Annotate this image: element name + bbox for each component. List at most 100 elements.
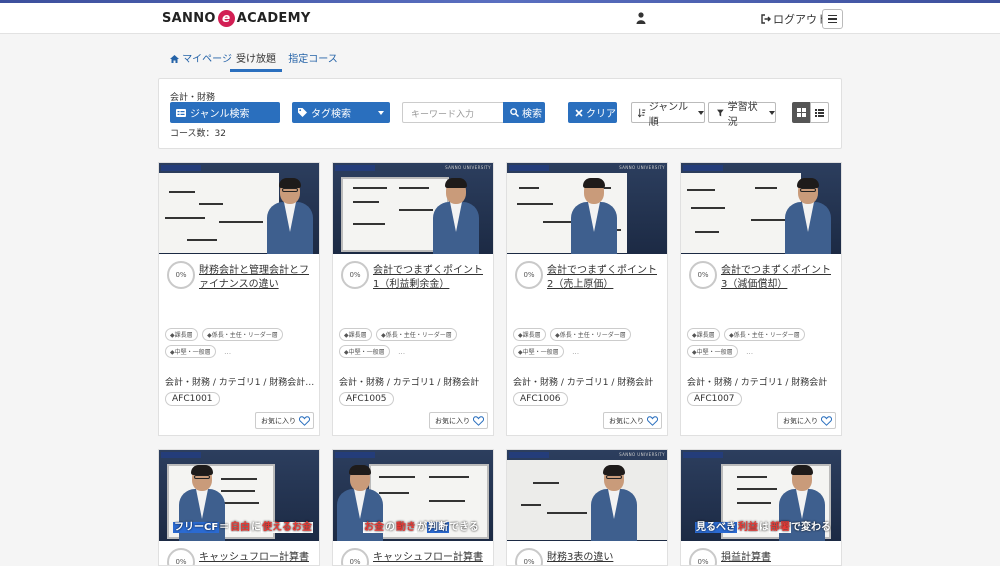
presenter-figure — [785, 176, 831, 254]
course-card[interactable]: フリーCF＝自由に使えるお金 0% キャッシュフロー計算書 — [158, 449, 320, 566]
thumbnail-label — [683, 452, 723, 458]
favorite-button[interactable]: お気に入り — [429, 412, 488, 429]
caption-part: できる — [449, 522, 479, 533]
clear-button[interactable]: クリア — [568, 102, 617, 123]
chevron-down-icon — [378, 111, 384, 115]
genre-search-button[interactable]: ジャンル検索 — [170, 102, 280, 123]
favorite-label: お気に入り — [261, 416, 296, 425]
presenter-figure — [571, 176, 617, 254]
progress-circle: 0% — [515, 261, 543, 289]
tag-chip: ◆係長・主任・リーダー層 — [376, 328, 457, 341]
sanno-academy-logo[interactable]: SANNO e ACADEMY — [162, 10, 311, 27]
hamburger-line — [828, 21, 837, 24]
course-code-badge: AFC1006 — [513, 392, 568, 406]
tab-mypage[interactable]: マイページ — [166, 44, 236, 72]
course-thumbnail[interactable]: フリーCF＝自由に使えるお金 — [159, 450, 319, 541]
course-title-link[interactable]: 損益計算書 — [721, 551, 837, 565]
course-thumbnail[interactable] — [681, 163, 841, 254]
course-title-link[interactable]: 会計でつまずくポイント1（利益剰余金） — [373, 264, 489, 292]
chevron-down-icon — [698, 110, 704, 115]
course-card[interactable]: お金の動きが判断できる 0% キャッシュフロー計算書 — [332, 449, 494, 566]
thumbnail-label — [509, 165, 549, 171]
logout-link[interactable]: ログアウト — [761, 11, 828, 27]
course-card[interactable]: SANNO UNIVERSITY 0% 会計でつまずくポイント1（利益剰余金） … — [332, 162, 494, 436]
course-card[interactable]: 0% 財務会計と管理会計とファイナンスの違い ◆課長層 ◆係長・主任・リーダー層… — [158, 162, 320, 436]
course-thumbnail[interactable]: お金の動きが判断できる — [333, 450, 493, 541]
caption-part: 見るべき — [695, 522, 737, 533]
caption-part: の — [385, 522, 395, 533]
tag-chip: ◆中堅・一般層 — [687, 345, 738, 358]
caption-part: ＝ — [219, 522, 230, 533]
hamburger-icon — [828, 14, 837, 17]
favorite-button[interactable]: お気に入り — [603, 412, 662, 429]
close-icon — [575, 108, 583, 117]
learning-status-dropdown[interactable]: 学習状況 — [708, 102, 776, 128]
course-title-link[interactable]: キャッシュフロー計算書 — [373, 551, 489, 565]
grid-view-button[interactable] — [792, 102, 811, 123]
caption-part: 部署 — [769, 522, 791, 533]
course-title-link[interactable]: 会計でつまずくポイント2（売上原価） — [547, 264, 663, 292]
course-thumbnail[interactable]: 見るべき 利益は部署で変わる — [681, 450, 841, 541]
list-view-button[interactable] — [810, 102, 829, 123]
tag-label: 係長・主任・リーダー層 — [385, 332, 452, 339]
course-card[interactable]: SANNO UNIVERSITY 0% 会計でつまずくポイント2（売上原価） ◆… — [506, 162, 668, 436]
tab-unlimited-label: 受け放題 — [236, 54, 276, 65]
caption-part: で変わる — [791, 522, 831, 533]
tag-search-dropdown[interactable]: タグ検索 — [292, 102, 390, 123]
tab-mypage-label: マイページ — [182, 54, 232, 65]
favorite-button[interactable]: お気に入り — [255, 412, 314, 429]
course-title-link[interactable]: キャッシュフロー計算書 — [199, 551, 315, 565]
tag-icon — [298, 108, 307, 117]
search-panel: 会計・財務 ジャンル検索 タグ検索 キーワード入力 検索 クリア ジャンル順 学… — [158, 78, 842, 149]
course-card[interactable]: SANNO UNIVERSITY 0% 財務3表の違い — [506, 449, 668, 566]
tag-label: 課長層 — [348, 332, 367, 339]
tag-chip: ◆課長層 — [339, 328, 372, 341]
thumbnail-caption: 見るべき 利益は部署で変わる — [681, 518, 841, 533]
favorite-button[interactable]: お気に入り — [777, 412, 836, 429]
course-title-link[interactable]: 財務会計と管理会計とファイナンスの違い — [199, 264, 315, 292]
logout-label: ログアウト — [773, 13, 828, 26]
tag-label: 課長層 — [522, 332, 541, 339]
course-tags: ◆課長層 ◆係長・主任・リーダー層 ◆中堅・一般層 … — [687, 327, 839, 361]
course-thumbnail[interactable]: SANNO UNIVERSITY — [333, 163, 493, 254]
caption-part: 利益 — [737, 522, 759, 533]
course-card[interactable]: 0% 会計でつまずくポイント3（減価償却） ◆課長層 ◆係長・主任・リーダー層 … — [680, 162, 842, 436]
presenter-figure — [591, 463, 637, 541]
progress-circle: 0% — [167, 261, 195, 289]
heart-icon — [299, 415, 310, 426]
user-icon[interactable] — [636, 12, 646, 24]
heart-icon — [473, 415, 484, 426]
thumbnail-brand: SANNO UNIVERSITY — [619, 165, 665, 170]
whiteboard — [159, 173, 279, 253]
caption-part: が — [417, 522, 427, 533]
course-thumbnail[interactable]: SANNO UNIVERSITY — [507, 163, 667, 254]
more-tags: … — [746, 348, 754, 356]
caption-part: フリーCF — [173, 522, 220, 533]
hamburger-line — [828, 18, 837, 20]
tag-chip: ◆課長層 — [513, 328, 546, 341]
thumbnail-brand: SANNO UNIVERSITY — [445, 165, 491, 170]
tab-assigned-courses[interactable]: 指定コース — [286, 44, 340, 72]
tag-label: 課長層 — [174, 332, 193, 339]
thumbnail-label — [335, 165, 375, 171]
course-thumbnail[interactable]: SANNO UNIVERSITY — [507, 450, 667, 541]
tab-unlimited[interactable]: 受け放題 — [230, 44, 282, 72]
tag-label: 中堅・一般層 — [522, 349, 559, 356]
more-tags: … — [224, 348, 232, 356]
hamburger-menu-button[interactable] — [822, 9, 843, 29]
more-tags: … — [398, 348, 406, 356]
tag-label: 中堅・一般層 — [348, 349, 385, 356]
list-view-icon — [815, 108, 824, 117]
tag-label: 係長・主任・リーダー層 — [559, 332, 626, 339]
course-count: コース数：32 — [170, 129, 227, 139]
keyword-input[interactable]: キーワード入力 — [402, 102, 504, 123]
course-title-link[interactable]: 財務3表の違い — [547, 551, 663, 565]
course-code-badge: AFC1005 — [339, 392, 394, 406]
course-card[interactable]: 見るべき 利益は部署で変わる 0% 損益計算書 — [680, 449, 842, 566]
genre-sort-dropdown[interactable]: ジャンル順 — [631, 102, 705, 128]
search-button[interactable]: 検索 — [503, 102, 545, 123]
course-thumbnail[interactable] — [159, 163, 319, 254]
course-title-link[interactable]: 会計でつまずくポイント3（減価償却） — [721, 264, 837, 292]
tab-assigned-label: 指定コース — [288, 54, 338, 65]
tag-label: 係長・主任・リーダー層 — [211, 332, 278, 339]
